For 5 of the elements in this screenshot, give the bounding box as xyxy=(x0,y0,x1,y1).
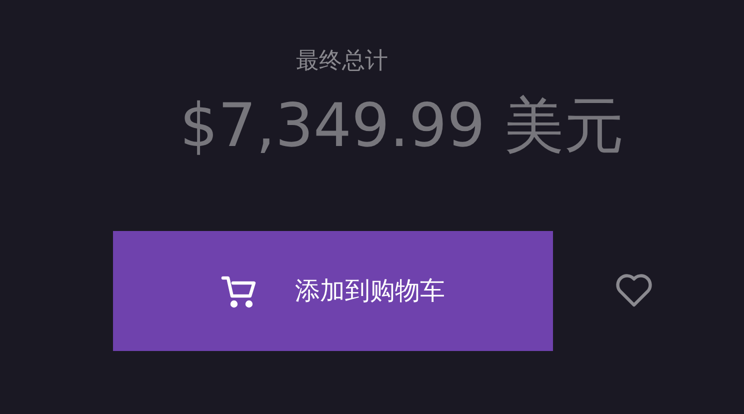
total-price: $7,349.99 美元 xyxy=(180,92,624,158)
total-label: 最终总计 xyxy=(296,47,388,76)
cart-icon xyxy=(221,274,257,308)
heart-icon[interactable] xyxy=(615,274,653,308)
add-to-cart-button[interactable]: 添加到购物车 xyxy=(113,230,553,350)
